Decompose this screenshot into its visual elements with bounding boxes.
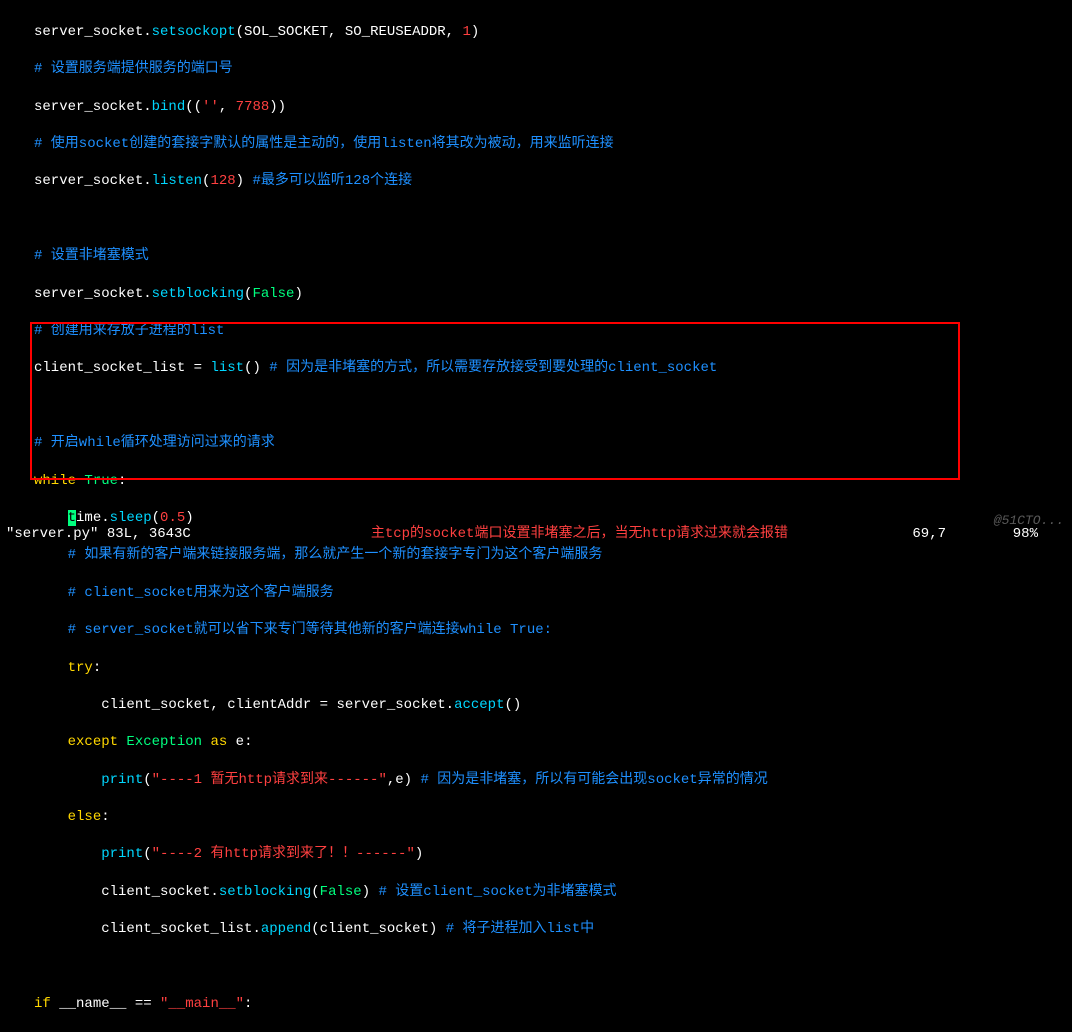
status-cursor-position: 69,7 (912, 525, 946, 544)
code-line: print("----1 暂无http请求到来------",e) # 因为是非… (34, 771, 1072, 790)
code-line: # client_socket用来为这个客户端服务 (34, 584, 1072, 603)
code-line: print("----2 有http请求到来了！！------") (34, 845, 1072, 864)
code-line: try: (34, 659, 1072, 678)
code-editor[interactable]: server_socket.setsockopt(SOL_SOCKET, SO_… (0, 4, 1072, 1032)
code-line: except Exception as e: (34, 733, 1072, 752)
code-line: client_socket, clientAddr = server_socke… (34, 696, 1072, 715)
status-bar: "server.py" 83L, 3643C 主tcp的socket端口设置非堵… (6, 525, 1066, 544)
code-line: # 使用socket创建的套接字默认的属性是主动的，使用listen将其改为被动… (34, 135, 1072, 154)
code-line: # server_socket就可以省下来专门等待其他新的客户端连接while … (34, 621, 1072, 640)
code-line: server_socket.bind(('', 7788)) (34, 98, 1072, 117)
code-line: server_socket.setsockopt(SOL_SOCKET, SO_… (34, 23, 1072, 42)
code-line: server_socket.listen(128) #最多可以监听128个连接 (34, 172, 1072, 191)
code-line: client_socket_list.append(client_socket)… (34, 920, 1072, 939)
cursor: t (68, 510, 76, 526)
code-line: # 如果有新的客户端来链接服务端，那么就产生一个新的套接字专门为这个客户端服务 (34, 546, 1072, 565)
code-line: while True: (34, 472, 1072, 491)
code-line: # 创建用来存放子进程的list (34, 322, 1072, 341)
status-file-info: "server.py" 83L, 3643C (6, 525, 191, 544)
code-line: else: (34, 808, 1072, 827)
code-line: # 开启while循环处理访问过来的请求 (34, 434, 1072, 453)
annotation-note: 主tcp的socket端口设置非堵塞之后，当无http请求过来就会报错 (371, 525, 788, 544)
code-line (34, 397, 1072, 416)
code-line: if __name__ == "__main__": (34, 995, 1072, 1014)
watermark: @51CTO... (994, 512, 1064, 530)
code-line: client_socket.setblocking(False) # 设置cli… (34, 883, 1072, 902)
code-line: # 设置服务端提供服务的端口号 (34, 60, 1072, 79)
code-line: client_socket_list = list() # 因为是非堵塞的方式，… (34, 359, 1072, 378)
code-line: server_socket.setblocking(False) (34, 285, 1072, 304)
code-line: # 设置非堵塞模式 (34, 247, 1072, 266)
code-line (34, 958, 1072, 977)
code-line (34, 210, 1072, 229)
